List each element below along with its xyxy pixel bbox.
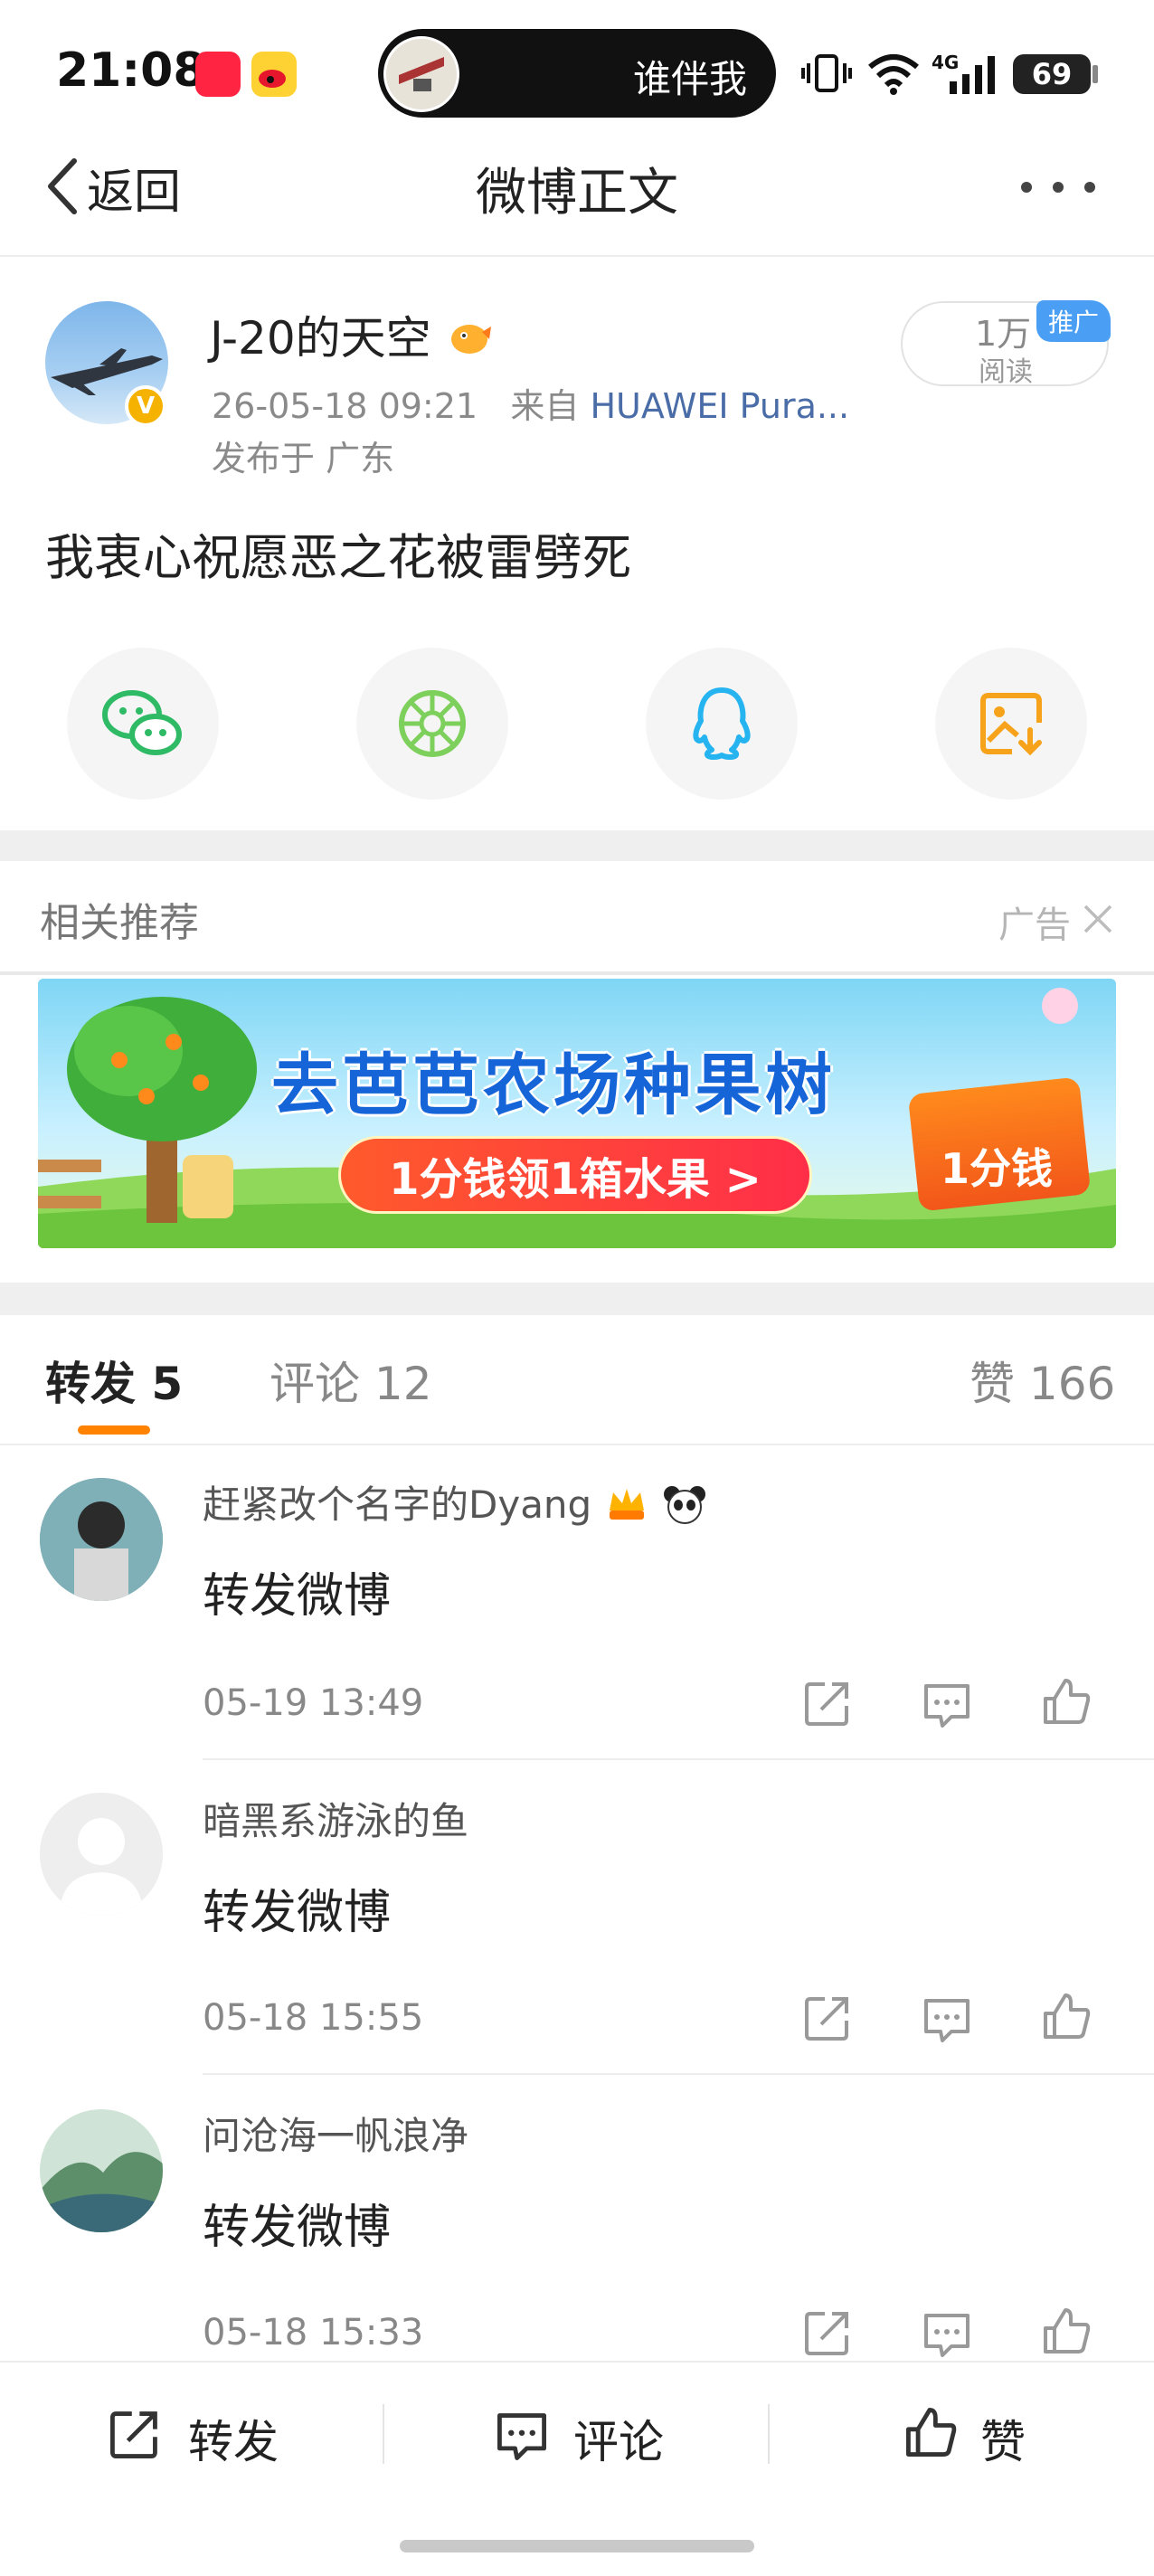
like-icon[interactable]: [1040, 2305, 1093, 2357]
repost-time: 05-19 13:49: [203, 1682, 424, 1724]
repost-icon[interactable]: [801, 2306, 854, 2359]
page-title: 微博正文: [476, 164, 678, 223]
comment-icon[interactable]: [921, 2308, 973, 2361]
source-prefix: 来自: [510, 386, 580, 426]
nav-divider: [0, 255, 1154, 257]
post-content: 我衷心祝愿恶之花被雷劈死: [45, 529, 631, 586]
bottom-comment-icon[interactable]: [494, 2408, 550, 2464]
ad-label: 广告: [998, 904, 1071, 946]
reads-label: 阅读: [979, 356, 1033, 388]
repost-user-name[interactable]: 问沧海一帆浪净: [203, 2106, 468, 2161]
like-icon[interactable]: [1040, 1675, 1093, 1728]
battery-tip: [1093, 65, 1098, 83]
repost-icon[interactable]: [801, 1992, 854, 2044]
panda-icon: [663, 1486, 705, 1524]
repost-icon[interactable]: [801, 1677, 854, 1729]
cellular-icon: 4G: [932, 52, 995, 94]
repost-avatar[interactable]: [40, 1478, 163, 1601]
repost-time: 05-18 15:33: [203, 2312, 424, 2353]
repost-avatar[interactable]: [40, 1793, 163, 1916]
tab-likes[interactable]: 赞 166: [970, 1348, 1115, 1413]
row-divider: [203, 1758, 1154, 1760]
post-meta: 26-05-18 09:21 来自 HUAWEI Pura...: [212, 378, 849, 428]
ad-banner-cta[interactable]: 1分钱领1箱水果 >: [338, 1136, 812, 1214]
share-wechat-button[interactable]: [67, 648, 219, 800]
verified-badge-icon: V: [125, 385, 166, 427]
repost-user-name[interactable]: 暗黑系游泳的鱼: [203, 1791, 468, 1846]
battery-level: 69: [1013, 54, 1091, 94]
repost-avatar[interactable]: [40, 2109, 163, 2232]
save-image-icon: [980, 693, 1042, 756]
bottom-like-icon[interactable]: [903, 2404, 959, 2460]
bottom-like-button[interactable]: 赞: [980, 2406, 1026, 2471]
repost-text: 转发微博: [203, 2201, 392, 2255]
repost-text: 转发微博: [203, 1569, 392, 1624]
author-name-text[interactable]: J-20的天空: [210, 312, 431, 365]
close-ad-icon[interactable]: [1082, 903, 1114, 935]
promote-badge[interactable]: 推广: [1036, 300, 1111, 342]
wifi-icon: [868, 54, 919, 95]
share-qq-button[interactable]: [646, 648, 798, 800]
post-location: 发布于 广东: [212, 439, 395, 478]
tabs-divider: [0, 1444, 1154, 1445]
music-cover-icon: [383, 36, 459, 112]
repost-user-name[interactable]: 赶紧改个名字的Dyang: [203, 1474, 708, 1530]
section-gap: [0, 1283, 1154, 1315]
bottom-bar-separator: [383, 2404, 384, 2464]
xiaohongshu-icon: [195, 52, 241, 97]
vibrate-icon: [801, 54, 852, 92]
like-icon[interactable]: [1040, 1990, 1093, 2042]
row-divider: [203, 2073, 1154, 2075]
section-gap: [0, 830, 1154, 861]
svg-text:4G: 4G: [932, 52, 959, 73]
tab-reposts[interactable]: 转发 5: [45, 1348, 183, 1413]
recommend-divider: [0, 971, 1154, 975]
home-indicator[interactable]: [400, 2540, 754, 2552]
more-options-icon[interactable]: [1020, 181, 1096, 194]
repost-text: 转发微博: [203, 1886, 392, 1940]
crown-badge-icon: [609, 1489, 644, 1520]
repost-user-name-text[interactable]: 赶紧改个名字的Dyang: [203, 1482, 591, 1527]
wechat-icon: [102, 690, 182, 755]
reads-count: 1万: [975, 314, 1032, 354]
member-level-icon: [450, 325, 491, 354]
post-time: 26-05-18 09:21: [212, 386, 478, 426]
qq-icon: [693, 687, 751, 760]
now-playing-text: 谁伴我: [633, 57, 748, 101]
comment-icon[interactable]: [921, 1679, 973, 1731]
share-moments-button[interactable]: [356, 648, 508, 800]
related-recommend-title: 相关推荐: [40, 900, 199, 946]
bottom-comment-button[interactable]: 评论: [573, 2406, 664, 2471]
bottom-repost-button[interactable]: 转发: [188, 2406, 279, 2471]
bottom-bar-separator: [768, 2404, 770, 2464]
comment-icon[interactable]: [921, 1994, 973, 2046]
weibo-icon: [251, 52, 297, 97]
author-name[interactable]: J-20的天空: [210, 302, 493, 367]
post-source-link[interactable]: HUAWEI Pura...: [590, 386, 849, 426]
repost-time: 05-18 15:55: [203, 1997, 424, 2039]
active-tab-indicator: [78, 1425, 150, 1435]
save-image-button[interactable]: [935, 648, 1087, 800]
tab-comments[interactable]: 评论 12: [270, 1348, 432, 1413]
moments-icon: [399, 690, 466, 757]
ad-banner-gift-text: 1分钱: [941, 1144, 1054, 1193]
bottom-repost-icon[interactable]: [107, 2406, 163, 2462]
status-time: 21:08: [56, 43, 206, 98]
ad-banner-title: 去芭芭农场种果树: [271, 1046, 836, 1124]
